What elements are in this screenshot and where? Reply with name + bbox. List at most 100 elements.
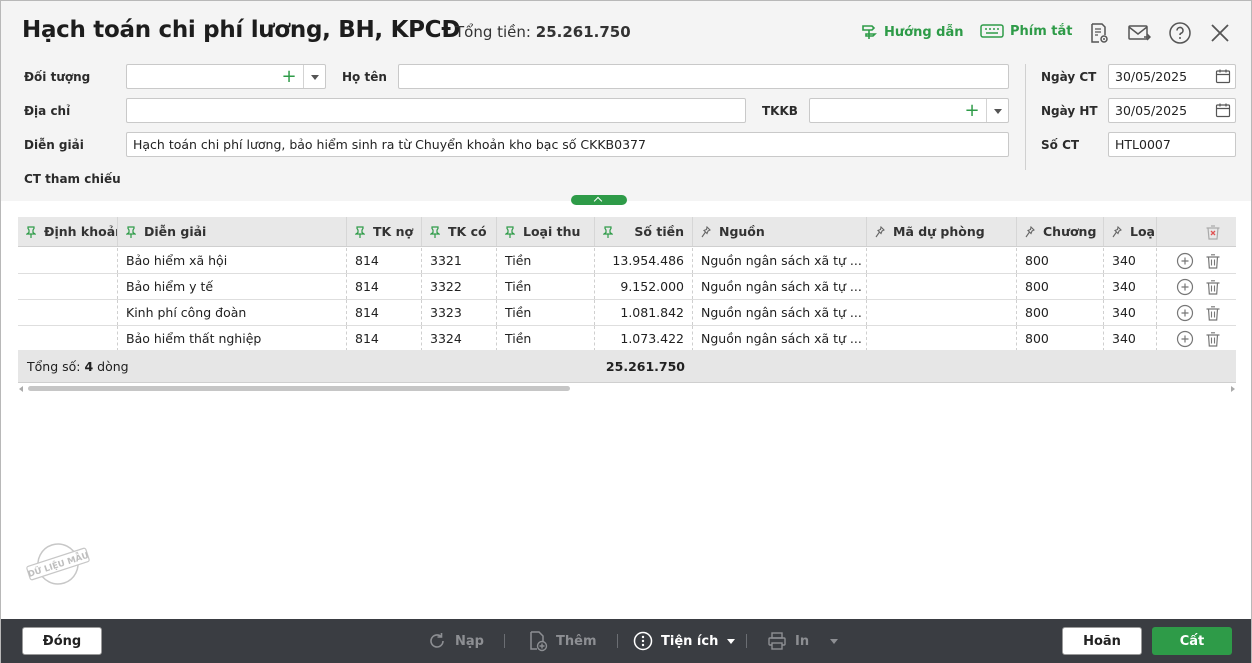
add-row-icon[interactable] [1176,252,1194,270]
cell-dinh-khoan[interactable] [18,300,118,325]
delete-row-icon[interactable] [1204,252,1222,270]
cell-nguon[interactable]: Nguồn ngân sách xã tự ... [693,274,867,299]
cell-dinh-khoan[interactable] [18,326,118,351]
col-so-tien[interactable]: Số tiền [595,217,693,246]
dien-giai-input[interactable]: Hạch toán chi phí lương, bảo hiểm sinh r… [126,132,1009,157]
pin-icon[interactable] [1025,225,1035,238]
pin-icon[interactable] [126,225,136,238]
close-button[interactable]: Đóng [22,627,102,655]
dia-chi-input[interactable] [126,98,746,123]
undo-button[interactable]: Hoãn [1062,627,1142,655]
cell-ma-du-phong[interactable] [867,300,1017,325]
cell-ma-du-phong[interactable] [867,326,1017,351]
send-mail-icon[interactable] [1127,21,1151,45]
chevron-down-icon[interactable] [303,65,325,88]
cell-dinh-khoan[interactable] [18,248,118,273]
close-icon[interactable] [1208,21,1232,45]
cell-tk-co[interactable]: 3322 [422,274,497,299]
cell-tk-no[interactable]: 814 [347,248,422,273]
ngay-ht-input[interactable]: 30/05/2025 [1108,98,1236,123]
cell-nguon[interactable]: Nguồn ngân sách xã tự ... [693,300,867,325]
reload-button[interactable]: Nạp [427,629,484,653]
scroll-thumb[interactable] [28,386,570,391]
cell-nguon[interactable]: Nguồn ngân sách xã tự ... [693,326,867,351]
delete-row-icon[interactable] [1204,278,1222,296]
pin-icon[interactable] [505,225,515,238]
col-ma-du-phong[interactable]: Mã dự phòng [867,217,1017,246]
cell-dinh-khoan[interactable] [18,274,118,299]
table-row[interactable]: Kinh phí công đoàn 814 3323 Tiền 1.081.842 Ng… [18,300,1236,326]
pin-icon[interactable] [603,225,613,238]
add-tkkb-icon[interactable]: + [962,101,982,121]
cell-tk-co[interactable]: 3324 [422,326,497,351]
col-dinh-khoan[interactable]: Định khoản [18,217,118,246]
print-button[interactable]: In [767,629,839,653]
add-row-icon[interactable] [1176,304,1194,322]
cell-loai-thu[interactable]: Tiền [497,248,595,273]
calendar-icon[interactable] [1215,102,1231,118]
cell-dien-giai[interactable]: Bảo hiểm xã hội [118,248,347,273]
scroll-left-icon[interactable] [19,386,23,392]
cell-tk-no[interactable]: 814 [347,326,422,351]
table-row[interactable]: Bảo hiểm xã hội 814 3321 Tiền 13.954.486 Nguồ… [18,248,1236,274]
cell-chuong[interactable]: 800 [1017,326,1104,351]
cell-dien-giai[interactable]: Bảo hiểm y tế [118,274,347,299]
cell-dien-giai[interactable]: Kinh phí công đoàn [118,300,347,325]
cell-so-tien[interactable]: 13.954.486 [595,248,693,273]
col-dien-giai[interactable]: Diễn giải [118,217,347,246]
ho-ten-input[interactable] [398,64,1009,89]
cell-loai[interactable]: 340 [1104,300,1157,325]
scroll-right-icon[interactable] [1231,386,1235,392]
shortcuts-link[interactable]: Phím tắt [980,23,1073,39]
delete-row-icon[interactable] [1204,304,1222,322]
table-row[interactable]: Bảo hiểm thất nghiệp 814 3324 Tiền 1.073.422… [18,326,1236,352]
tkkb-combo[interactable]: + [809,98,1009,123]
pin-icon[interactable] [26,225,36,238]
delete-row-icon[interactable] [1204,330,1222,348]
save-button[interactable]: Cất [1152,627,1232,655]
cell-dien-giai[interactable]: Bảo hiểm thất nghiệp [118,326,347,351]
add-row-icon[interactable] [1176,330,1194,348]
col-chuong[interactable]: Chương [1017,217,1104,246]
col-loai-thu[interactable]: Loại thu [497,217,595,246]
cell-chuong[interactable]: 800 [1017,248,1104,273]
add-row-icon[interactable] [1176,278,1194,296]
cell-tk-no[interactable]: 814 [347,300,422,325]
cell-so-tien[interactable]: 9.152.000 [595,274,693,299]
cell-so-tien[interactable]: 1.073.422 [595,326,693,351]
add-doi-tuong-icon[interactable]: + [279,67,299,87]
cell-loai-thu[interactable]: Tiền [497,300,595,325]
cell-so-tien[interactable]: 1.081.842 [595,300,693,325]
collapse-header-button[interactable] [571,195,627,205]
delete-all-icon[interactable] [1204,223,1222,241]
doi-tuong-combo[interactable]: + [126,64,326,89]
cell-loai[interactable]: 340 [1104,248,1157,273]
cell-loai[interactable]: 340 [1104,326,1157,351]
cell-ma-du-phong[interactable] [867,274,1017,299]
col-nguon[interactable]: Nguồn [693,217,867,246]
col-tk-no[interactable]: TK nợ [347,217,422,246]
cell-ma-du-phong[interactable] [867,248,1017,273]
col-tk-co[interactable]: TK có [422,217,497,246]
cell-chuong[interactable]: 800 [1017,274,1104,299]
help-icon[interactable] [1168,21,1192,45]
chevron-down-icon[interactable] [986,99,1008,122]
guide-link[interactable]: Hướng dẫn [860,23,964,41]
col-loai[interactable]: Loại [1104,217,1157,246]
utilities-button[interactable]: Tiện ích [633,629,736,653]
cell-chuong[interactable]: 800 [1017,300,1104,325]
calendar-icon[interactable] [1215,68,1231,84]
view-document-icon[interactable] [1087,21,1111,45]
pin-icon[interactable] [430,225,440,238]
pin-icon[interactable] [875,225,885,238]
cell-loai[interactable]: 340 [1104,274,1157,299]
cell-nguon[interactable]: Nguồn ngân sách xã tự ... [693,248,867,273]
cell-tk-no[interactable]: 814 [347,274,422,299]
horizontal-scrollbar[interactable] [18,385,1236,393]
pin-icon[interactable] [701,225,711,238]
pin-icon[interactable] [1112,225,1122,238]
cell-loai-thu[interactable]: Tiền [497,326,595,351]
ngay-ct-input[interactable]: 30/05/2025 [1108,64,1236,89]
so-ct-input[interactable]: HTL0007 [1108,132,1236,157]
cell-tk-co[interactable]: 3321 [422,248,497,273]
